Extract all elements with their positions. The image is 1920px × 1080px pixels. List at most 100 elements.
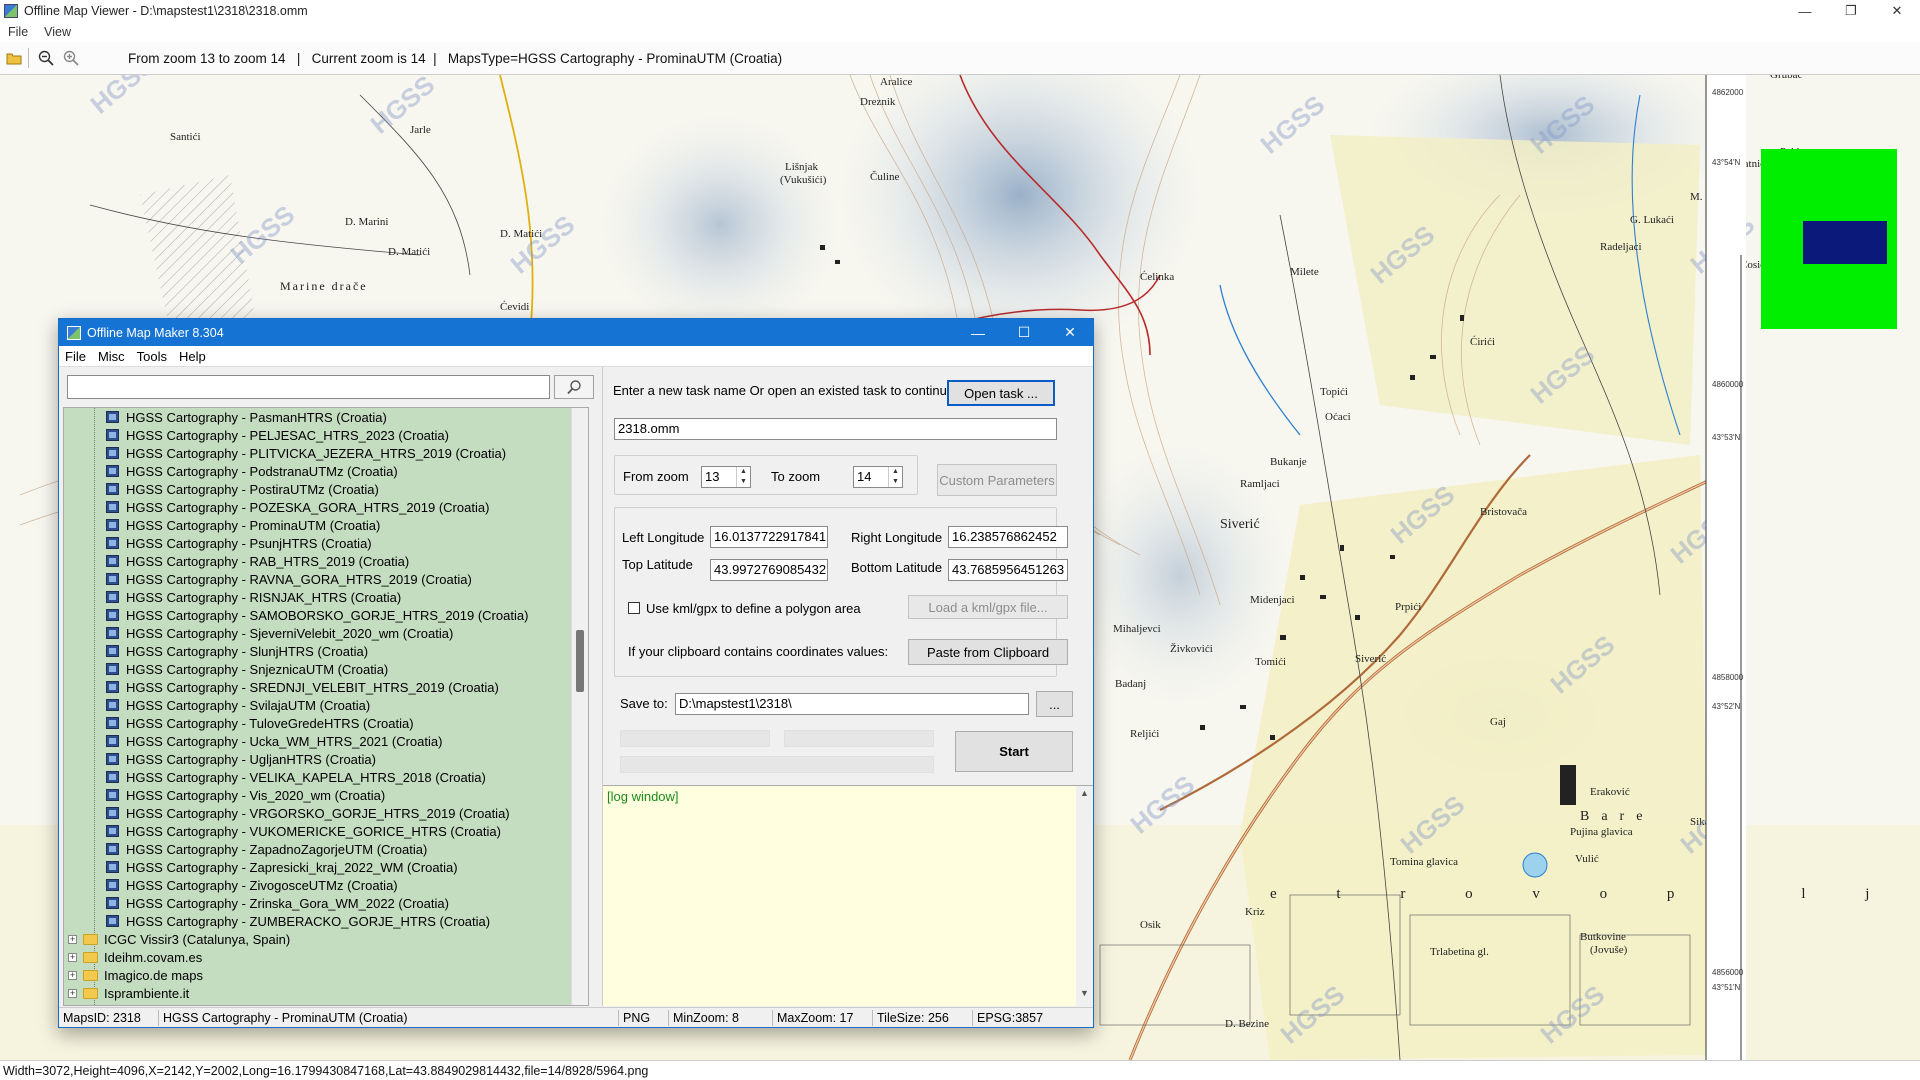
svg-text:D. Marini: D. Marini <box>345 216 388 228</box>
to-zoom-up-icon[interactable]: ▲ <box>889 467 902 477</box>
svg-text:Butkovine: Butkovine <box>1580 931 1626 943</box>
tree-map-item[interactable]: HGSS Cartography - SlunjHTRS (Croatia) <box>64 642 573 660</box>
tree-map-item[interactable]: HGSS Cartography - Vis_2020_wm (Croatia) <box>64 786 573 804</box>
tree-map-item[interactable]: HGSS Cartography - VRGORSKO_GORJE_HTRS_2… <box>64 804 573 822</box>
expand-plus-icon[interactable]: + <box>68 970 77 980</box>
dialog-close-button[interactable]: ✕ <box>1047 319 1093 346</box>
tree-map-item[interactable]: HGSS Cartography - SnjeznicaUTM (Croatia… <box>64 660 573 678</box>
tree-map-item[interactable]: HGSS Cartography - SvilajaUTM (Croatia) <box>64 696 573 714</box>
dialog-minimize-button[interactable]: — <box>955 319 1001 346</box>
tree-map-item[interactable]: HGSS Cartography - SAMOBORSKO_GORJE_HTRS… <box>64 606 573 624</box>
tree-map-item[interactable]: HGSS Cartography - RISNJAK_HTRS (Croatia… <box>64 588 573 606</box>
tree-map-item[interactable]: HGSS Cartography - Zapresicki_kraj_2022_… <box>64 858 573 876</box>
menu-file[interactable]: File <box>0 25 36 39</box>
tree-map-item[interactable]: HGSS Cartography - ZivogosceUTMz (Croati… <box>64 876 573 894</box>
expand-plus-icon[interactable]: + <box>68 934 77 944</box>
log-scroll-up-icon[interactable]: ▲ <box>1076 788 1093 804</box>
map-source-icon <box>106 501 119 513</box>
progress-bar-2 <box>784 730 934 747</box>
svg-text:Ćelinka: Ćelinka <box>1140 271 1174 283</box>
map-source-icon <box>106 627 119 639</box>
log-scrollbar[interactable]: ▲ ▼ <box>1076 786 1093 1006</box>
tree-scroll-thumb[interactable] <box>576 630 584 692</box>
log-window[interactable]: [log window] ▲ ▼ <box>603 785 1093 1006</box>
tree-map-item[interactable]: HGSS Cartography - PELJESAC_HTRS_2023 (C… <box>64 426 573 444</box>
task-name-field[interactable]: 2318.omm <box>614 418 1057 440</box>
top-latitude-field[interactable]: 43.9972769085432 <box>710 559 828 581</box>
use-kml-checkbox[interactable] <box>628 602 640 614</box>
from-zoom-spinner[interactable]: 13 ▲ ▼ <box>701 466 751 488</box>
tree-map-item[interactable]: HGSS Cartography - Ucka_WM_HTRS_2021 (Cr… <box>64 732 573 750</box>
minimize-button[interactable]: — <box>1782 0 1828 22</box>
map-source-icon <box>106 555 119 567</box>
zoom-out-icon[interactable] <box>35 47 57 69</box>
tree-map-item[interactable]: HGSS Cartography - VUKOMERICKE_GORICE_HT… <box>64 822 573 840</box>
status-map-name: HGSS Cartography - ProminaUTM (Croatia) <box>159 1009 619 1026</box>
to-zoom-down-icon[interactable]: ▼ <box>889 477 902 487</box>
browse-button[interactable]: ... <box>1036 691 1073 717</box>
svg-text:4860000: 4860000 <box>1712 380 1744 389</box>
load-kml-button[interactable]: Load a kml/gpx file... <box>908 595 1068 619</box>
tree-folder-item[interactable]: + Isprambiente.it <box>64 984 573 1002</box>
right-longitude-field[interactable]: 16.238576862452 <box>948 526 1068 548</box>
close-button[interactable]: ✕ <box>1874 0 1920 22</box>
dialog-menu-misc[interactable]: Misc <box>92 349 131 364</box>
svg-text:(Vukušići): (Vukušići) <box>780 174 827 186</box>
start-button[interactable]: Start <box>955 731 1073 772</box>
tree-map-item[interactable]: HGSS Cartography - VELIKA_KAPELA_HTRS_20… <box>64 768 573 786</box>
tree-scrollbar[interactable] <box>571 408 588 1005</box>
save-to-field[interactable]: D:\mapstest1\2318\ <box>675 693 1029 715</box>
tree-map-item[interactable]: HGSS Cartography - ProminaUTM (Croatia) <box>64 516 573 534</box>
dialog-menu-file[interactable]: File <box>59 349 92 364</box>
svg-text:Siverić: Siverić <box>1355 653 1386 665</box>
menu-view[interactable]: View <box>36 25 79 39</box>
tree-map-item[interactable]: HGSS Cartography - PodstranaUTMz (Croati… <box>64 462 573 480</box>
tree-map-item[interactable]: HGSS Cartography - PasmanHTRS (Croatia) <box>64 408 573 426</box>
dialog-menu-tools[interactable]: Tools <box>131 349 173 364</box>
map-source-tree[interactable]: HGSS Cartography - PasmanHTRS (Croatia) H… <box>63 407 589 1006</box>
svg-text:Lišnjak: Lišnjak <box>785 161 818 173</box>
tree-map-item[interactable]: HGSS Cartography - PsunjHTRS (Croatia) <box>64 534 573 552</box>
from-zoom-up-icon[interactable]: ▲ <box>737 467 750 477</box>
minimap-viewport[interactable] <box>1803 221 1887 264</box>
open-task-button[interactable]: Open task ... <box>947 380 1055 406</box>
svg-text:Ćirići: Ćirići <box>1470 336 1495 348</box>
svg-text:Živkovići: Živkovići <box>1170 643 1213 655</box>
tree-folder-item[interactable]: + ICGC Vissir3 (Catalunya, Spain) <box>64 930 573 948</box>
tree-map-item[interactable]: HGSS Cartography - RAB_HTRS_2019 (Croati… <box>64 552 573 570</box>
tree-map-item[interactable]: HGSS Cartography - UgljanHTRS (Croatia) <box>64 750 573 768</box>
expand-plus-icon[interactable]: + <box>68 988 77 998</box>
tree-map-label: HGSS Cartography - PsunjHTRS (Croatia) <box>126 535 372 551</box>
left-longitude-field[interactable]: 16.0137722917841 <box>710 526 828 548</box>
tree-map-item[interactable]: HGSS Cartography - SREDNJI_VELEBIT_HTRS_… <box>64 678 573 696</box>
tree-map-item[interactable]: HGSS Cartography - RAVNA_GORA_HTRS_2019 … <box>64 570 573 588</box>
tree-map-item[interactable]: HGSS Cartography - PostiraUTMz (Croatia) <box>64 480 573 498</box>
tree-folder-item[interactable]: + Ideihm.covam.es <box>64 948 573 966</box>
log-scroll-down-icon[interactable]: ▼ <box>1076 988 1093 1004</box>
paste-clipboard-button[interactable]: Paste from Clipboard <box>908 639 1068 665</box>
zoom-in-icon[interactable] <box>60 47 82 69</box>
tree-map-item[interactable]: HGSS Cartography - TuloveGredeHTRS (Croa… <box>64 714 573 732</box>
tree-map-item[interactable]: HGSS Cartography - ZapadnoZagorjeUTM (Cr… <box>64 840 573 858</box>
svg-text:Radeljaci: Radeljaci <box>1600 241 1642 253</box>
open-folder-icon[interactable] <box>3 47 25 69</box>
to-zoom-spinner[interactable]: 14 ▲ ▼ <box>853 466 903 488</box>
from-zoom-down-icon[interactable]: ▼ <box>737 477 750 487</box>
tree-map-item[interactable]: HGSS Cartography - Zrinska_Gora_WM_2022 … <box>64 894 573 912</box>
custom-parameters-button[interactable]: Custom Parameters <box>937 464 1057 496</box>
dialog-maximize-button[interactable]: ☐ <box>1001 319 1047 346</box>
search-input[interactable] <box>67 375 550 399</box>
expand-plus-icon[interactable]: + <box>68 952 77 962</box>
tree-map-item[interactable]: HGSS Cartography - ZUMBERACKO_GORJE_HTRS… <box>64 912 573 930</box>
tree-map-item[interactable]: HGSS Cartography - PLITVICKA_JEZERA_HTRS… <box>64 444 573 462</box>
search-button[interactable] <box>554 375 594 399</box>
tree-folder-item[interactable]: + Imagico.de maps <box>64 966 573 984</box>
dialog-menu-help[interactable]: Help <box>173 349 212 364</box>
tree-map-item[interactable]: HGSS Cartography - POZESKA_GORA_HTRS_201… <box>64 498 573 516</box>
folder-icon <box>83 969 98 981</box>
tree-map-item[interactable]: HGSS Cartography - SjeverniVelebit_2020_… <box>64 624 573 642</box>
maximize-button[interactable]: ❐ <box>1828 0 1874 22</box>
minimap[interactable] <box>1761 149 1897 329</box>
bottom-latitude-field[interactable]: 43.7685956451263 <box>948 559 1068 581</box>
dialog-status-bar: MapsID: 2318 HGSS Cartography - ProminaU… <box>59 1007 1093 1027</box>
